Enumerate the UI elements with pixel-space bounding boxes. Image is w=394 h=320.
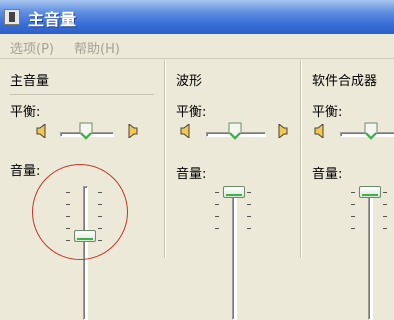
balance-slider-thumb[interactable] <box>228 122 242 140</box>
balance-label: 平衡: <box>10 105 41 120</box>
tick-mark <box>247 228 251 229</box>
tick-mark <box>247 216 251 217</box>
balance-slider-thumb[interactable] <box>364 122 378 140</box>
window-title: 主音量 <box>28 10 77 29</box>
menu-options[interactable]: 选项(P) <box>10 38 54 57</box>
balance-slider-thumb[interactable] <box>79 122 93 140</box>
menu-help[interactable]: 帮助(H) <box>74 38 120 57</box>
panel-title-synth: 软件合成器 <box>312 74 378 89</box>
speaker-left-icon <box>36 124 46 138</box>
panel-software-synth: 软件合成器 平衡: 音量: <box>302 60 394 320</box>
volume-slider-track[interactable] <box>232 186 237 320</box>
tick-mark <box>247 204 251 205</box>
volume-label: 音量: <box>312 167 343 182</box>
tick-mark <box>351 204 355 205</box>
menu-bar: 选项(P) 帮助(H) <box>0 34 394 59</box>
speaker-window-icon <box>4 9 20 25</box>
tick-mark <box>215 228 219 229</box>
tick-mark <box>215 204 219 205</box>
speaker-right-icon <box>278 124 288 138</box>
tick-mark <box>215 192 219 193</box>
tick-mark <box>215 216 219 217</box>
speaker-right-icon <box>128 124 138 138</box>
highlight-circle <box>32 164 128 260</box>
volume-slider-track[interactable] <box>368 186 373 320</box>
tick-mark <box>351 228 355 229</box>
volume-slider-thumb[interactable] <box>223 186 245 198</box>
tick-mark <box>383 216 387 217</box>
balance-label: 平衡: <box>176 105 207 120</box>
divider <box>10 94 154 95</box>
title-bar[interactable]: 主音量 <box>0 0 394 34</box>
speaker-left-icon <box>180 124 190 138</box>
volume-label: 音量: <box>176 167 207 182</box>
balance-label: 平衡: <box>312 105 343 120</box>
tick-mark <box>383 204 387 205</box>
speaker-left-icon <box>314 124 324 138</box>
volume-slider-thumb[interactable] <box>359 186 381 198</box>
volume-label: 音量: <box>10 164 41 179</box>
panel-title-wave: 波形 <box>176 74 203 89</box>
tick-mark <box>351 192 355 193</box>
panel-wave: 波形 平衡: 音量: <box>166 60 302 320</box>
tick-mark <box>383 192 387 193</box>
panel-title-master: 主音量 <box>10 74 50 89</box>
tick-mark <box>383 228 387 229</box>
tick-mark <box>247 192 251 193</box>
tick-mark <box>351 216 355 217</box>
